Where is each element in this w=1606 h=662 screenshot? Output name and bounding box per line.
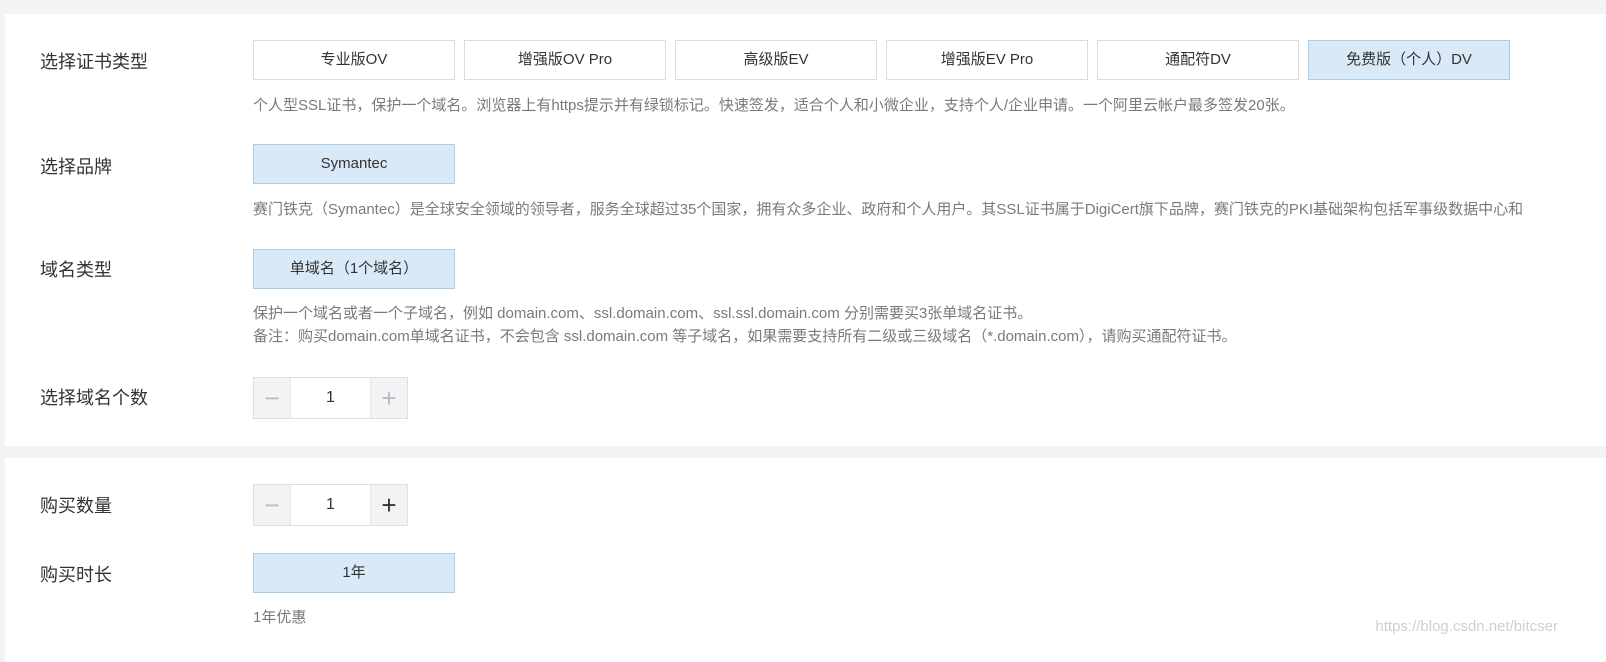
domain-type-note: 备注：购买domain.com单域名证书，不会包含 ssl.domain.com… (253, 328, 1237, 345)
duration-option-1-year[interactable]: 1年 (253, 553, 455, 593)
duration-label: 购买时长 (40, 565, 112, 585)
cert-type-option-ov-pro[interactable]: 增强版OV Pro (464, 40, 666, 80)
cert-type-option-free-dv[interactable]: 免费版（个人）DV (1308, 40, 1510, 80)
domain-count-input[interactable] (291, 378, 370, 418)
domain-count-label: 选择域名个数 (40, 388, 148, 408)
domain-count-increment-button[interactable]: + (370, 378, 407, 418)
quantity-stepper: − + (253, 484, 408, 526)
quantity-decrement-button[interactable]: − (254, 485, 291, 525)
domain-type-option-single[interactable]: 单域名（1个域名） (253, 249, 455, 289)
domain-type-label: 域名类型 (40, 260, 112, 280)
quantity-label: 购买数量 (40, 496, 112, 516)
domain-type-description: 保护一个域名或者一个子域名，例如 domain.com、ssl.domain.c… (253, 305, 1033, 322)
cert-type-option-ev[interactable]: 高级版EV (675, 40, 877, 80)
domain-count-stepper: − + (253, 377, 408, 419)
quantity-input[interactable] (291, 485, 370, 525)
cert-type-option-wildcard-dv[interactable]: 通配符DV (1097, 40, 1299, 80)
cert-type-option-ov[interactable]: 专业版OV (253, 40, 455, 80)
brand-label: 选择品牌 (40, 157, 112, 177)
quantity-increment-button[interactable]: + (370, 485, 407, 525)
cert-type-description: 个人型SSL证书，保护一个域名。浏览器上有https提示并有绿锁标记。快速签发，… (253, 97, 1295, 114)
watermark: https://blog.csdn.net/bitcser (1375, 618, 1558, 635)
cert-type-label: 选择证书类型 (40, 52, 148, 72)
purchase-panel (5, 458, 1606, 662)
duration-description: 1年优惠 (253, 609, 307, 626)
brand-description: 赛门铁克（Symantec）是全球安全领域的领导者，服务全球超过35个国家，拥有… (253, 201, 1524, 218)
domain-count-decrement-button[interactable]: − (254, 378, 291, 418)
brand-option-symantec[interactable]: Symantec (253, 144, 455, 184)
cert-type-option-ev-pro[interactable]: 增强版EV Pro (886, 40, 1088, 80)
